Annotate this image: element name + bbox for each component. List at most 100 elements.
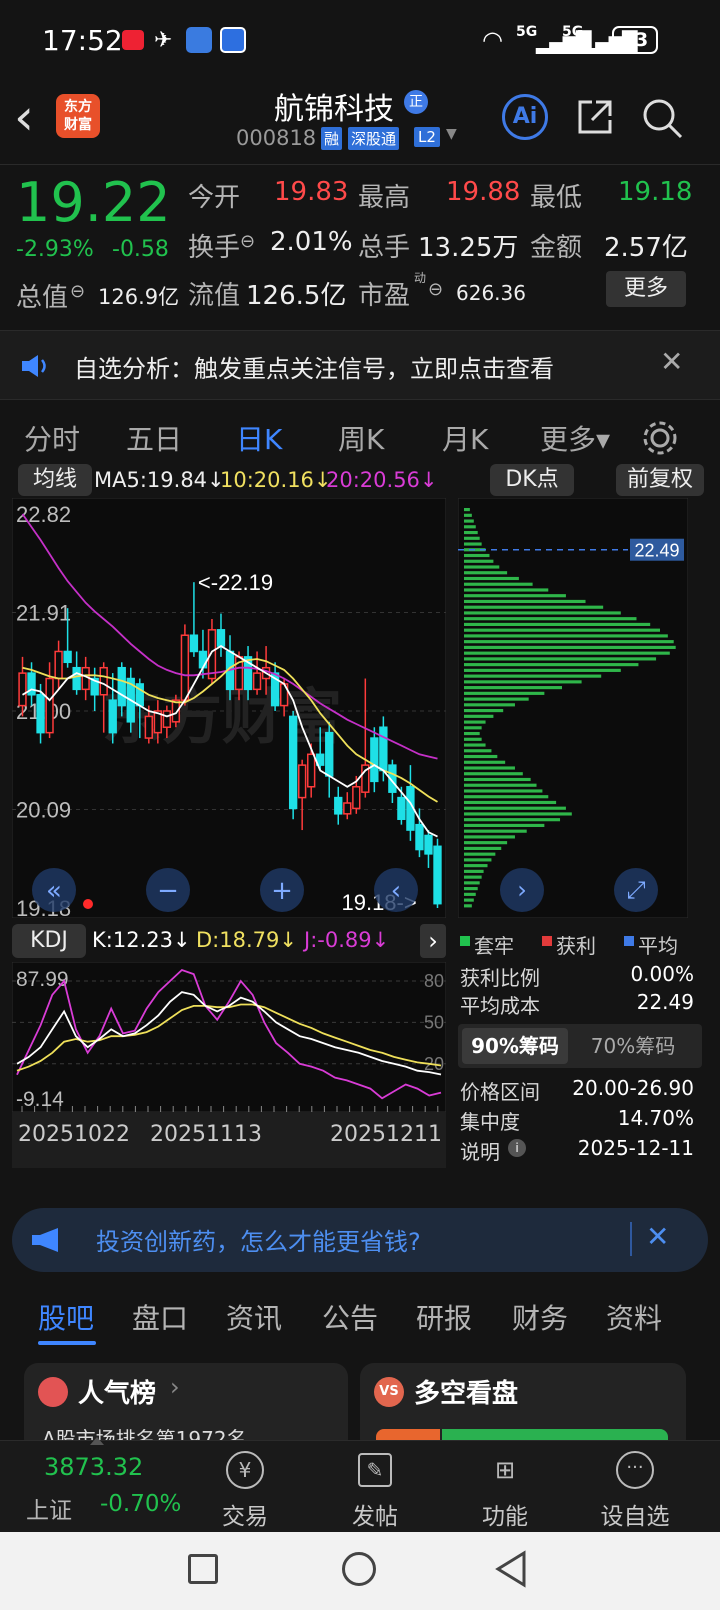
- feature-cards: 人气榜 › A股市场排名第1972名 VS 多空看盘: [0, 1353, 720, 1453]
- subtab-profile[interactable]: 资料: [606, 1297, 662, 1337]
- subtab-research[interactable]: 研报: [416, 1297, 472, 1337]
- chip-stats-1: 获利比例 0.00% 平均成本 22.49: [458, 960, 702, 1020]
- chip-bar: [464, 588, 549, 592]
- chip-bar: [464, 553, 490, 558]
- gear-icon[interactable]: [640, 418, 680, 458]
- legend-swatch-trapped: [460, 936, 470, 946]
- pe-dynamic-mark: 动: [414, 271, 427, 285]
- ma-selector-button[interactable]: 均线: [18, 464, 92, 496]
- back-icon[interactable]: ‹: [14, 88, 34, 146]
- tab-weekly-k[interactable]: 周K: [338, 418, 384, 458]
- concentration-value: 14.70%: [617, 1106, 694, 1130]
- chip-bar: [464, 789, 543, 793]
- index-name: 上证: [26, 1498, 72, 1524]
- send-notification-icon: ✈: [154, 28, 173, 53]
- expand-icon[interactable]: ⤢: [614, 868, 658, 912]
- chip-bar: [464, 599, 586, 604]
- nav-add-watchlist[interactable]: ··· 设自选: [580, 1451, 690, 1531]
- subtab-news[interactable]: 资讯: [226, 1297, 282, 1337]
- candle-body: [252, 672, 262, 691]
- home-icon[interactable]: [342, 1552, 376, 1586]
- tab-more[interactable]: 更多▾: [540, 418, 610, 458]
- open-label: 今开: [188, 183, 241, 213]
- zoom-out-icon[interactable]: −: [146, 868, 190, 912]
- candle-body: [288, 715, 298, 810]
- chip-bar: [464, 852, 496, 856]
- chip-bar: [464, 869, 484, 873]
- tab-intraday[interactable]: 分时: [24, 418, 80, 458]
- nav-post-label: 发帖: [352, 1504, 398, 1530]
- chip-70-button[interactable]: 70%筹码: [578, 1028, 688, 1064]
- subtab-finance[interactable]: 财务: [512, 1297, 568, 1337]
- subtab-guba[interactable]: 股吧: [38, 1297, 94, 1337]
- megaphone-icon: [32, 1228, 58, 1252]
- close-icon[interactable]: ✕: [660, 345, 683, 378]
- kdj-chart[interactable]: 80502087.99-9.14: [12, 962, 446, 1112]
- nav-trade[interactable]: ¥ 交易: [190, 1451, 300, 1531]
- chip-bar: [464, 640, 674, 644]
- wifi-icon: ◠: [482, 26, 503, 54]
- price-range-value: 20.00-26.90: [572, 1076, 694, 1100]
- signal-banner[interactable]: 自选分析：触发重点关注信号，立即点击查看 ✕: [0, 330, 720, 400]
- amount-label: 金额: [530, 233, 583, 263]
- candle-body: [99, 666, 108, 696]
- nav-trade-label: 交易: [222, 1504, 268, 1530]
- info-icon-note[interactable]: i: [508, 1139, 526, 1157]
- chevron-right-icon[interactable]: ›: [420, 924, 446, 958]
- chip-bar: [464, 668, 621, 672]
- chip-bar: [464, 754, 498, 759]
- info-icon-turnover[interactable]: ⊖: [240, 231, 255, 252]
- info-icon[interactable]: ⊖: [70, 281, 85, 302]
- chip-stats-2: 价格区间 20.00-26.90 集中度 14.70% 说明 i 2025-12…: [458, 1076, 702, 1172]
- subtab-pankou[interactable]: 盘口: [132, 1297, 188, 1337]
- zoom-in-icon[interactable]: +: [260, 868, 304, 912]
- chip-bar: [464, 697, 529, 701]
- info-icon-pe[interactable]: ⊖: [428, 279, 443, 300]
- date-tick: 20251211: [330, 1122, 442, 1147]
- chip-90-button[interactable]: 90%筹码: [462, 1028, 568, 1064]
- ad-close-icon[interactable]: ✕: [646, 1220, 669, 1253]
- subtab-announcements[interactable]: 公告: [322, 1297, 378, 1337]
- back-nav-icon[interactable]: [494, 1550, 528, 1588]
- tab-five-day[interactable]: 五日: [126, 418, 182, 458]
- tab-monthly-k[interactable]: 月K: [442, 418, 488, 458]
- open-value: 19.83: [274, 177, 349, 207]
- candle-body: [307, 753, 316, 788]
- rewind-icon[interactable]: «: [32, 868, 76, 912]
- candle-body: [352, 786, 361, 810]
- chevron-right-icon[interactable]: ›: [500, 868, 544, 912]
- price-tick-label: 22.82: [16, 502, 71, 527]
- chip-bar: [464, 542, 482, 546]
- chevron-down-icon[interactable]: ▼: [446, 126, 457, 142]
- chip-bar: [464, 760, 506, 764]
- legend-profit: 获利: [556, 934, 596, 958]
- kdj-selector-button[interactable]: KDJ: [12, 924, 86, 958]
- dk-point-button[interactable]: DK点: [490, 464, 574, 496]
- tab-daily-k[interactable]: 日K: [236, 418, 282, 458]
- adjust-mode-button[interactable]: 前复权: [616, 464, 704, 496]
- chip-bar: [464, 731, 480, 736]
- eastmoney-logo[interactable]: 东方 财富: [56, 94, 100, 138]
- chip-bar: [464, 628, 660, 632]
- chevron-left-icon[interactable]: ‹: [374, 868, 418, 912]
- nav-post[interactable]: ✎ 发帖: [320, 1451, 430, 1531]
- mcap-value: 126.9亿: [98, 285, 180, 309]
- search-icon[interactable]: [640, 96, 684, 140]
- index-ticker[interactable]: 3873.32 上证 -0.70%: [0, 1437, 200, 1533]
- kline-chart[interactable]: 22.8221.9121.0020.0919.18东方财富<-22.1919.1…: [12, 498, 446, 918]
- ad-banner[interactable]: 投资创新药，怎么才能更省钱? ✕: [12, 1208, 708, 1272]
- recents-icon[interactable]: [188, 1554, 218, 1584]
- low-label: 最低: [530, 183, 583, 213]
- chip-bar: [464, 594, 566, 598]
- chip-profile-chart[interactable]: 22.49 › ⤢: [458, 498, 688, 918]
- status-bar: 17:52 ✈ ◠ 5G ▂▄▆█ 5G ▂▄▆█ 53: [0, 0, 720, 84]
- nav-functions[interactable]: ⊞ 功能: [450, 1451, 560, 1531]
- svg-text:+: +: [271, 876, 293, 906]
- share-icon[interactable]: [574, 96, 616, 138]
- ai-assistant-button[interactable]: Ai: [502, 94, 548, 140]
- chip-bar: [464, 864, 488, 868]
- chip-bar: [464, 806, 566, 810]
- more-button[interactable]: 更多: [606, 271, 686, 307]
- d-legend: D:18.79↓: [196, 928, 297, 952]
- candle-body: [45, 677, 54, 734]
